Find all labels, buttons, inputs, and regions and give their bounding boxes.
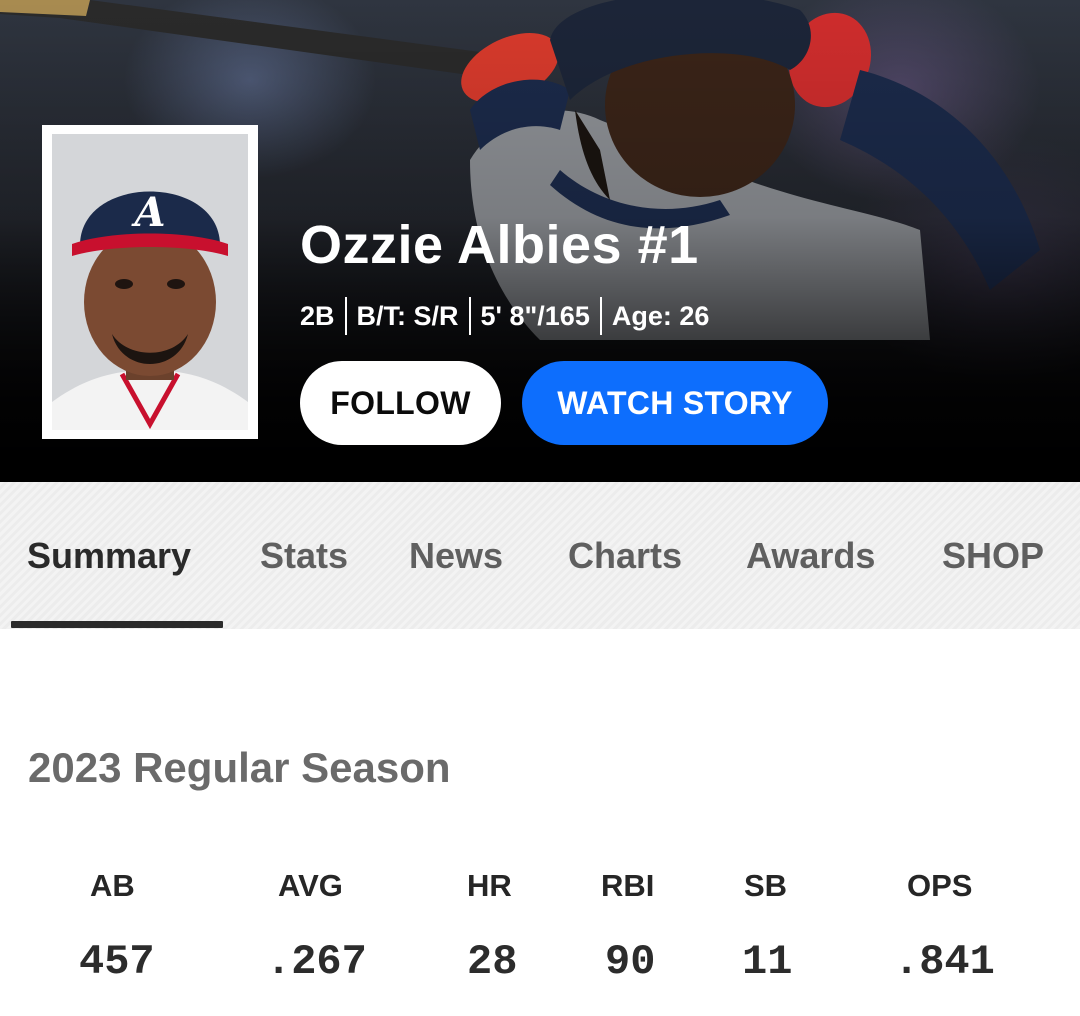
tab-news[interactable]: News: [409, 482, 503, 629]
stat-label-rbi: RBI: [601, 868, 655, 903]
svg-text:A: A: [130, 189, 165, 236]
tab-shop[interactable]: SHOP: [942, 482, 1044, 629]
stat-value-ab: 457: [79, 938, 155, 986]
headshot-photo: A: [52, 134, 248, 430]
bats-throws-text: B/T: S/R: [356, 300, 459, 331]
bio-divider: [599, 297, 602, 335]
player-name: Ozzie Albies #1: [300, 215, 699, 275]
stat-value-ops: .841: [894, 938, 995, 986]
tab-summary[interactable]: Summary: [27, 482, 191, 629]
tab-stats[interactable]: Stats: [260, 482, 348, 629]
stat-value-avg: .267: [266, 938, 367, 986]
watch-story-button[interactable]: WATCH STORY: [522, 361, 828, 445]
active-tab-indicator: [11, 621, 223, 628]
player-hero: A Ozzie Albies #1 2B B/T: S/R 5' 8"/165 …: [0, 0, 1080, 482]
follow-button[interactable]: FOLLOW: [300, 361, 501, 445]
stat-label-ab: AB: [90, 868, 135, 903]
player-headshot: A: [42, 125, 258, 439]
height-weight-text: 5' 8"/165: [480, 300, 590, 331]
age-text: Age: 26: [611, 300, 710, 331]
stat-value-sb: 11: [742, 938, 793, 986]
stat-value-rbi: 90: [605, 938, 656, 986]
tab-charts[interactable]: Charts: [568, 482, 682, 629]
tab-awards[interactable]: Awards: [746, 482, 875, 629]
bio-divider: [344, 297, 347, 335]
season-title: 2023 Regular Season: [28, 744, 451, 791]
player-bio: 2B B/T: S/R 5' 8"/165 Age: 26: [300, 296, 709, 336]
stat-label-hr: HR: [467, 868, 512, 903]
tab-bar: Summary Stats News Charts Awards SHOP: [0, 482, 1080, 629]
position-text: 2B: [300, 300, 335, 331]
stat-label-avg: AVG: [278, 868, 343, 903]
stat-label-ops: OPS: [907, 868, 973, 903]
stat-value-hr: 28: [467, 938, 518, 986]
bio-divider: [468, 297, 471, 335]
stat-label-sb: SB: [744, 868, 788, 903]
